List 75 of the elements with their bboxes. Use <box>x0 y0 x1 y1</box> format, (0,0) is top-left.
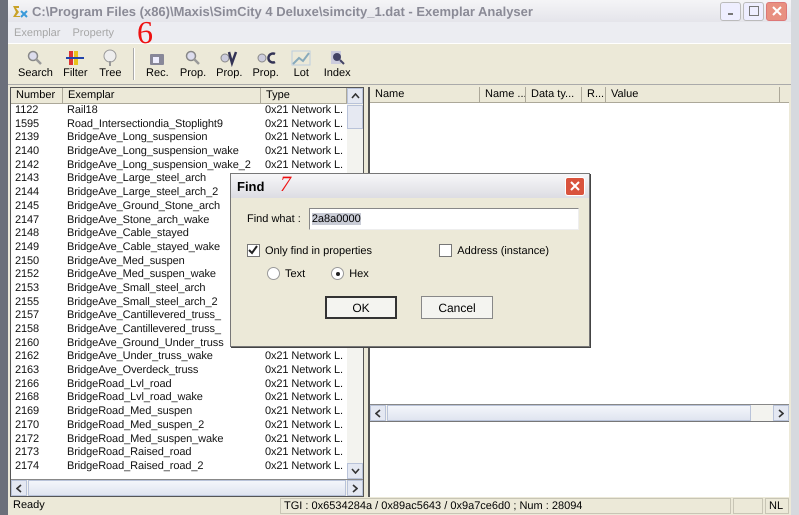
table-cell: BridgeAve_Overdeck_truss <box>67 364 198 376</box>
dialog-title: Find <box>237 178 264 194</box>
table-cell: BridgeRoad_Lvl_road <box>67 378 172 390</box>
table-cell: BridgeAve_Long_suspension_wake_2 <box>67 158 251 171</box>
table-cell: BridgeAve_Ground_Under_truss <box>67 336 224 349</box>
table-cell: 2169 <box>15 405 40 418</box>
table-cell: BridgeRoad_Med_suspen_wake <box>67 432 224 444</box>
table-cell: Rail18 <box>67 104 98 116</box>
table-cell: BridgeAve_Cantillevered_truss_ <box>67 323 221 335</box>
table-cell: 0x21 Network L. <box>265 446 343 458</box>
table-cell: 0x21 Network L. <box>265 364 343 376</box>
table-cell: 0x21 Network L. <box>265 432 343 444</box>
table-cell: 2168 <box>15 391 40 404</box>
table-cell: 2155 <box>15 296 40 308</box>
status-text: Ready <box>12 498 46 513</box>
table-cell: 0x21 Network L. <box>265 350 343 362</box>
table-cell: 2145 <box>15 200 40 212</box>
table-cell: 2174 <box>15 460 40 472</box>
annotation-mark: 7 <box>280 173 291 195</box>
table-cell: 0x21 Network L. <box>265 460 343 472</box>
table-cell: BridgeRoad_Raised_road <box>67 446 192 458</box>
table-cell: BridgeAve_Cable_stayed <box>67 227 189 240</box>
table-cell: BridgeAve_Med_suspen_wake <box>67 268 216 280</box>
table-cell: 0x21 Network L. <box>265 158 343 171</box>
window-title: C:\Program Files (x86)\Maxis\SimCity 4 Deluxe\simcity_1.dat - Exemplar Analyser <box>32 4 534 18</box>
table-cell: 2144 <box>15 186 40 198</box>
table-cell: 0x21 Network L. <box>265 145 343 158</box>
table-cell: 2172 <box>15 432 40 444</box>
table-cell: BridgeRoad_Med_suspen <box>67 405 192 418</box>
table-cell: 2139 <box>15 131 40 144</box>
table-cell: BridgeAve_Med_suspen <box>67 254 185 267</box>
table-cell: BridgeRoad_Raised_road_2 <box>67 460 204 472</box>
table-cell: 0x21 Network L. <box>265 131 343 144</box>
table-cell: 0x21 Network L. <box>265 118 343 130</box>
table-cell: 1595 <box>15 118 40 130</box>
table-cell: 0x21 Network L. <box>265 418 343 431</box>
table-cell: BridgeAve_Stone_arch_wake <box>67 214 210 226</box>
table-cell: BridgeAve_Large_steel_arch_2 <box>67 186 218 198</box>
table-cell: BridgeAve_Cable_stayed_wake <box>67 240 220 253</box>
table-cell: 0x21 Network L. <box>265 104 343 116</box>
table-cell: 2143 <box>15 172 40 184</box>
table-cell: BridgeAve_Small_steel_arch <box>67 282 206 294</box>
table-cell: 2170 <box>15 418 40 431</box>
table-cell: 2158 <box>15 323 40 335</box>
table-cell: 2149 <box>15 240 40 253</box>
table-cell: 0x21 Network L. <box>265 378 343 390</box>
table-cell: BridgeAve_Under_truss_wake <box>67 350 213 362</box>
table-cell: 0x21 Network L. <box>265 391 343 404</box>
table-cell: 2173 <box>15 446 40 458</box>
table-cell: Road_Intersectiondia_Stoplight9 <box>67 118 223 130</box>
table-cell: 2148 <box>15 227 40 240</box>
table-cell: BridgeRoad_Lvl_road_wake <box>67 391 203 404</box>
table-cell: BridgeRoad_Med_suspen_2 <box>67 418 204 431</box>
table-cell: 0x21 Network L. <box>265 405 343 418</box>
field-label: Find what : <box>247 213 301 225</box>
table-cell: BridgeAve_Long_suspension <box>67 131 208 144</box>
table-cell: BridgeAve_Cantillevered_truss_ <box>67 309 221 322</box>
table-cell: 2150 <box>15 254 40 267</box>
table-cell: 2152 <box>15 268 40 280</box>
table-cell: 1122 <box>15 104 38 116</box>
table-cell: 2153 <box>15 282 40 294</box>
table-cell: 2147 <box>15 214 40 226</box>
table-cell: 2162 <box>15 350 40 362</box>
table-cell: 2163 <box>15 364 40 376</box>
table-cell: BridgeAve_Long_suspension_wake <box>67 145 239 158</box>
table-cell: 2157 <box>15 309 40 322</box>
table-cell: BridgeAve_Small_steel_arch_2 <box>67 296 218 308</box>
status-indicator: NL <box>765 498 789 514</box>
table-cell: BridgeAve_Ground_Stone_arch <box>67 200 220 212</box>
table-cell: 2166 <box>15 378 40 390</box>
table-cell: 2160 <box>15 336 40 349</box>
table-cell: 2140 <box>15 145 40 158</box>
table-cell: BridgeAve_Large_steel_arch <box>67 172 206 184</box>
table-cell: 2142 <box>15 158 40 171</box>
status-text: TGI : 0x6534284a / 0x89ac5643 / 0x9a7ce6d0 ; Num : 28094 <box>280 498 731 514</box>
